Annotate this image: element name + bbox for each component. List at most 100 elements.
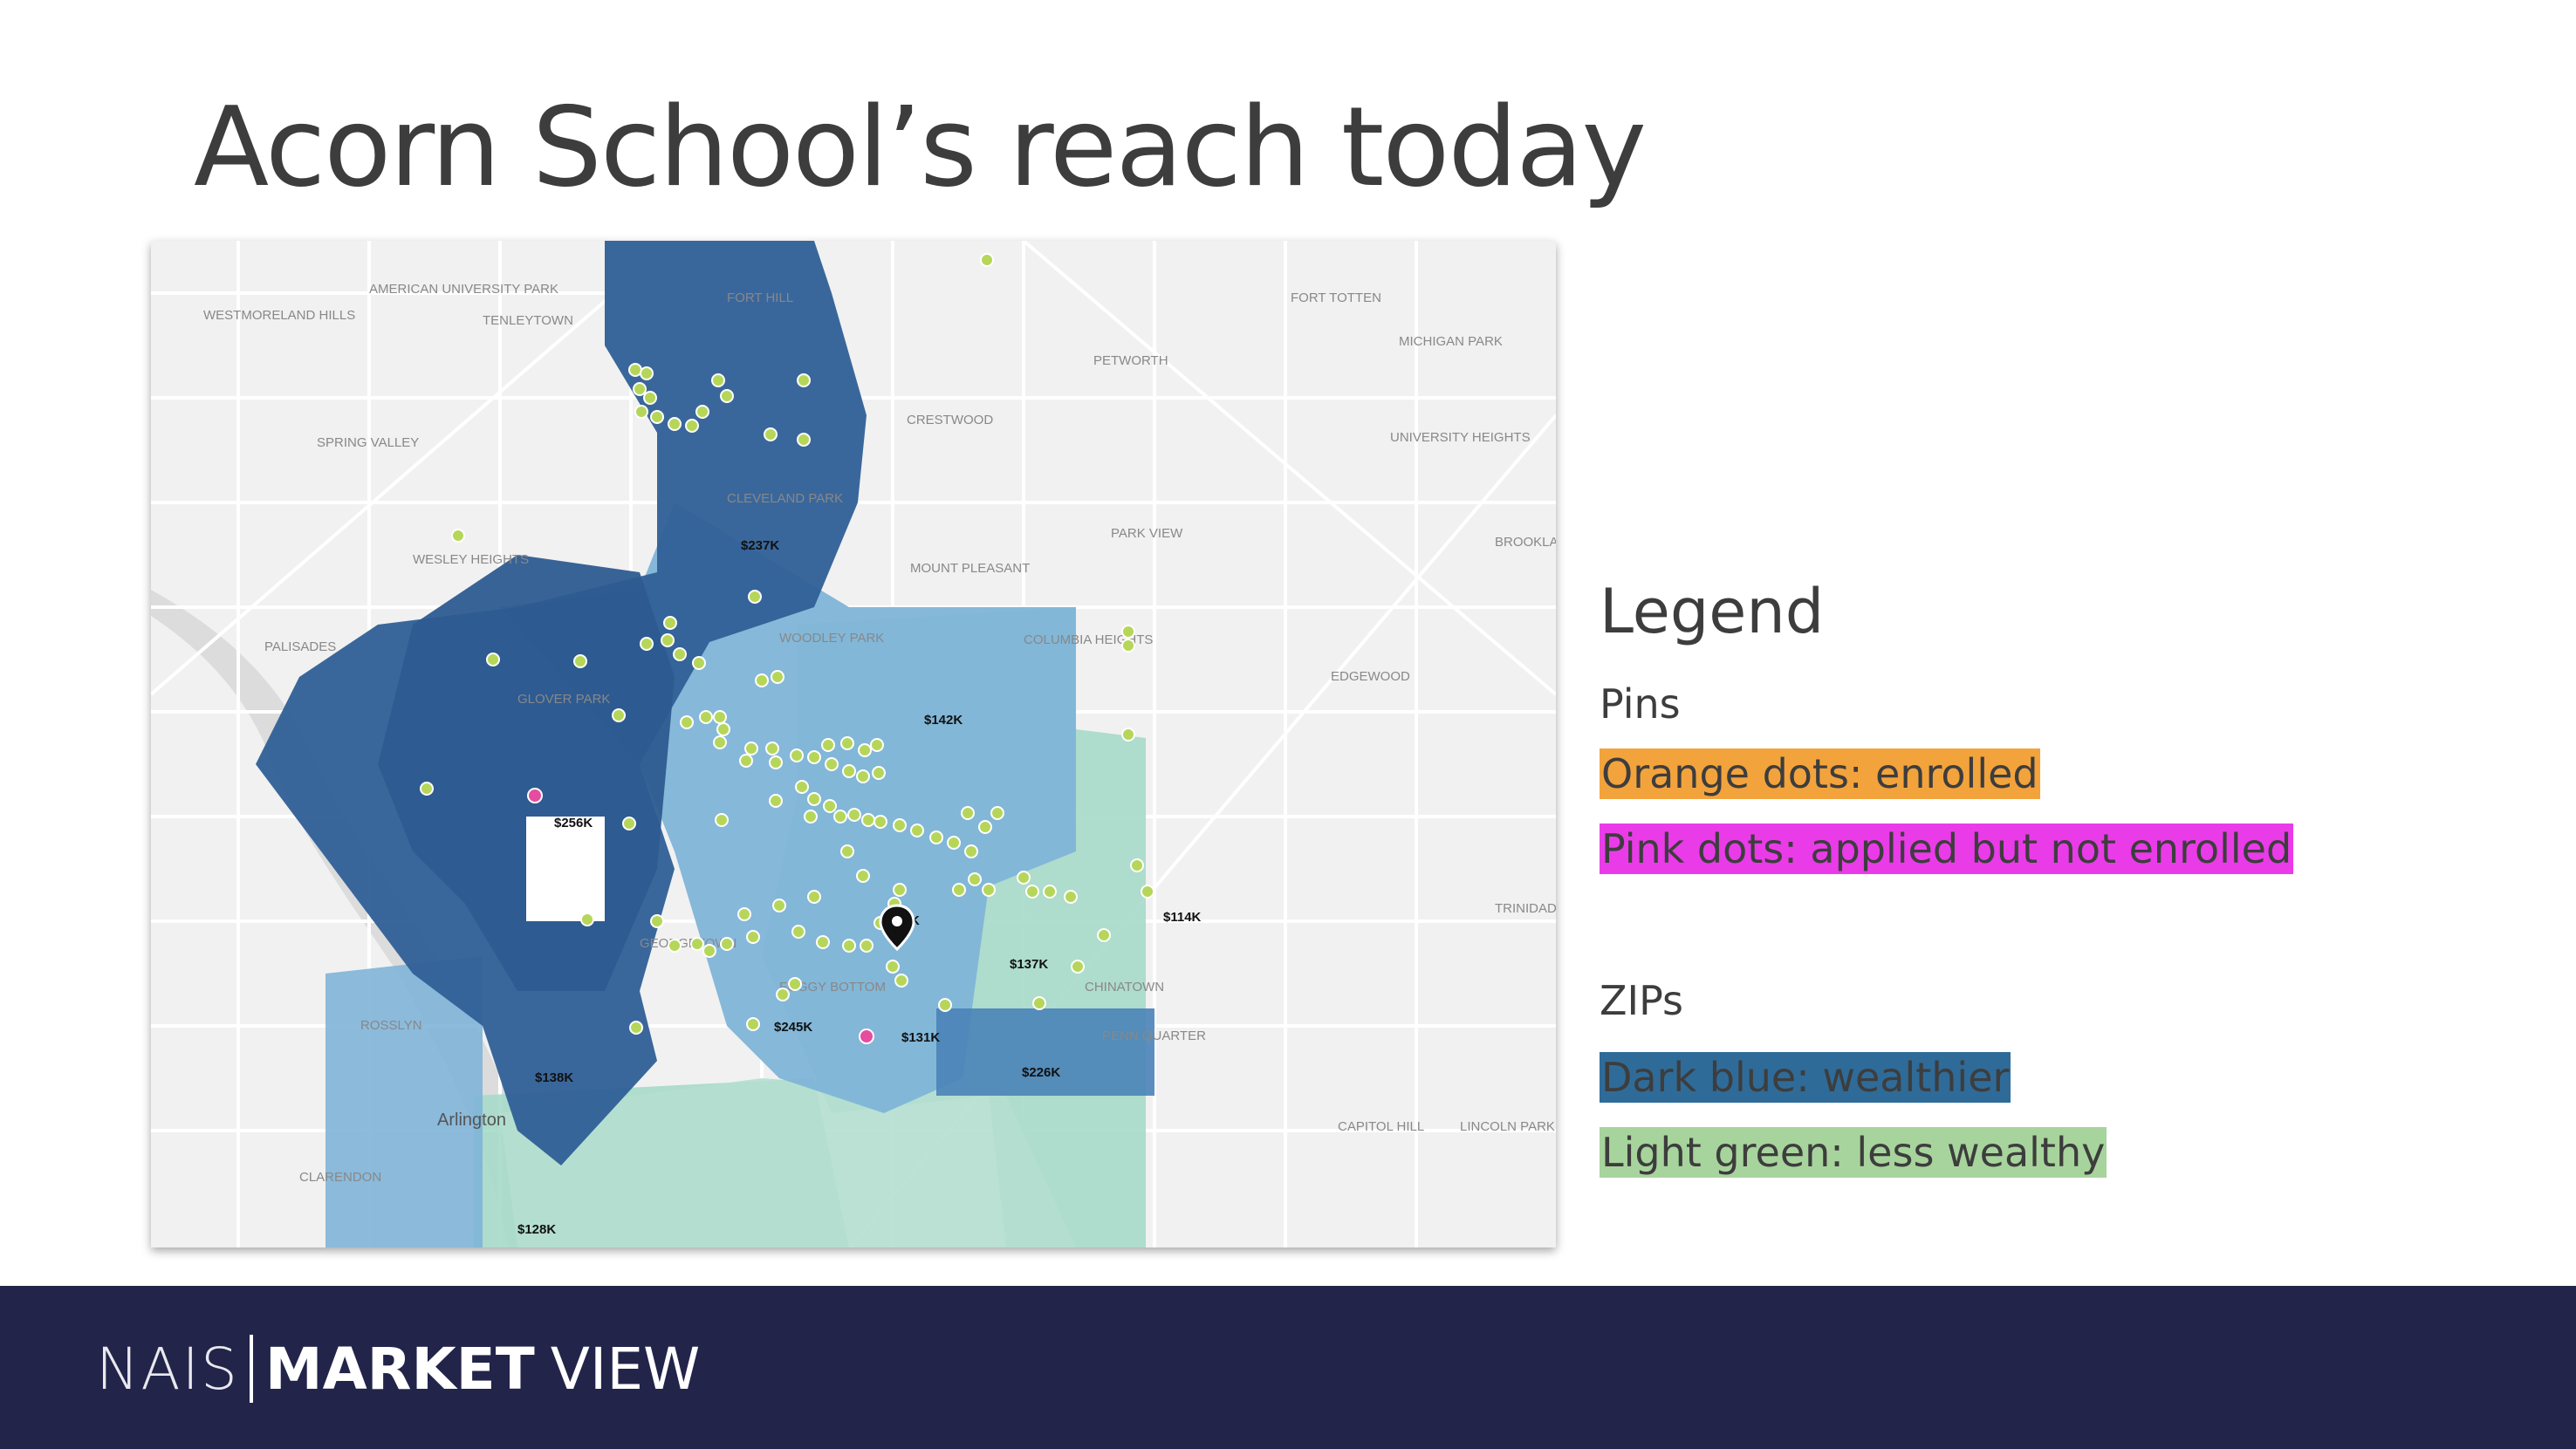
enrolled-dot[interactable] (622, 817, 636, 830)
enrolled-dot[interactable] (737, 907, 751, 921)
enrolled-dot[interactable] (699, 710, 713, 724)
enrolled-dot[interactable] (486, 653, 500, 666)
enrolled-dot[interactable] (847, 808, 861, 822)
enrolled-dot[interactable] (1121, 625, 1135, 639)
enrolled-dot[interactable] (1121, 639, 1135, 653)
enrolled-dot[interactable] (894, 974, 908, 988)
enrolled-dot[interactable] (790, 748, 804, 762)
enrolled-dot[interactable] (685, 419, 699, 433)
enrolled-dot[interactable] (982, 883, 996, 897)
enrolled-dot[interactable] (961, 806, 975, 820)
enrolled-dot[interactable] (807, 750, 821, 764)
enrolled-dot[interactable] (769, 794, 783, 808)
map-canvas[interactable]: Arlington CLEVELAND PARK MOUNT PLEASANT … (151, 241, 1556, 1247)
enrolled-dot[interactable] (713, 710, 727, 724)
enrolled-dot[interactable] (692, 656, 706, 670)
enrolled-dot[interactable] (860, 939, 874, 953)
enrolled-dot[interactable] (765, 742, 779, 755)
enrolled-dot[interactable] (690, 937, 704, 951)
enrolled-dot[interactable] (661, 633, 675, 647)
enrolled-dot[interactable] (795, 780, 809, 794)
enrolled-dot[interactable] (797, 433, 811, 447)
enrolled-dot[interactable] (788, 977, 802, 991)
enrolled-dot[interactable] (1097, 928, 1111, 942)
enrolled-dot[interactable] (821, 738, 835, 752)
enrolled-dot[interactable] (746, 930, 760, 944)
enrolled-dot[interactable] (886, 960, 900, 974)
enrolled-dot[interactable] (650, 914, 664, 928)
enrolled-dot[interactable] (668, 417, 682, 431)
enrolled-dot[interactable] (968, 872, 982, 886)
enrolled-dot[interactable] (797, 373, 811, 387)
enrolled-dot[interactable] (910, 824, 924, 837)
enrolled-dot[interactable] (861, 813, 875, 827)
enrolled-dot[interactable] (1121, 728, 1135, 742)
enrolled-dot[interactable] (764, 427, 778, 441)
enrolled-dot[interactable] (1071, 960, 1085, 974)
enrolled-dot[interactable] (990, 806, 1004, 820)
enrolled-dot[interactable] (716, 722, 730, 736)
enrolled-dot[interactable] (807, 792, 821, 806)
enrolled-dot[interactable] (840, 844, 854, 858)
enrolled-dot[interactable] (807, 890, 821, 904)
enrolled-dot[interactable] (874, 815, 887, 829)
enrolled-dot[interactable] (695, 405, 709, 419)
enrolled-dot[interactable] (856, 869, 870, 883)
enrolled-dot[interactable] (1032, 996, 1046, 1010)
enrolled-dot[interactable] (628, 363, 642, 377)
applied-dot[interactable] (859, 1029, 874, 1044)
enrolled-dot[interactable] (715, 813, 729, 827)
enrolled-dot[interactable] (804, 810, 818, 824)
applied-dot[interactable] (527, 788, 543, 803)
enrolled-dot[interactable] (702, 944, 716, 958)
enrolled-dot[interactable] (1017, 871, 1031, 885)
enrolled-dot[interactable] (1064, 890, 1078, 904)
enrolled-dot[interactable] (938, 998, 952, 1012)
enrolled-dot[interactable] (668, 939, 682, 953)
enrolled-dot[interactable] (420, 782, 434, 796)
enrolled-dot[interactable] (720, 389, 734, 403)
enrolled-dot[interactable] (573, 654, 587, 668)
enrolled-dot[interactable] (650, 410, 664, 424)
enrolled-dot[interactable] (872, 766, 886, 780)
enrolled-dot[interactable] (769, 755, 783, 769)
enrolled-dot[interactable] (856, 769, 870, 783)
enrolled-dot[interactable] (680, 715, 694, 729)
enrolled-dot[interactable] (744, 742, 758, 755)
enrolled-dot[interactable] (929, 830, 943, 844)
enrolled-dot[interactable] (451, 529, 465, 543)
enrolled-dot[interactable] (634, 405, 648, 419)
enrolled-dot[interactable] (964, 844, 978, 858)
enrolled-dot[interactable] (640, 637, 654, 651)
enrolled-dot[interactable] (720, 937, 734, 951)
enrolled-dot[interactable] (739, 754, 753, 768)
enrolled-dot[interactable] (748, 590, 762, 604)
enrolled-dot[interactable] (711, 373, 725, 387)
enrolled-dot[interactable] (842, 939, 856, 953)
enrolled-dot[interactable] (713, 735, 727, 749)
enrolled-dot[interactable] (840, 736, 854, 750)
enrolled-dot[interactable] (858, 743, 872, 757)
enrolled-dot[interactable] (776, 988, 790, 1001)
enrolled-dot[interactable] (823, 799, 837, 813)
enrolled-dot[interactable] (1130, 858, 1144, 872)
enrolled-dot[interactable] (640, 366, 654, 380)
reach-map[interactable]: Arlington CLEVELAND PARK MOUNT PLEASANT … (151, 241, 1556, 1247)
enrolled-dot[interactable] (870, 738, 884, 752)
enrolled-dot[interactable] (825, 757, 839, 771)
enrolled-dot[interactable] (663, 616, 677, 630)
enrolled-dot[interactable] (791, 925, 805, 939)
enrolled-dot[interactable] (833, 810, 847, 824)
enrolled-dot[interactable] (1043, 885, 1057, 899)
enrolled-dot[interactable] (978, 820, 992, 834)
enrolled-dot[interactable] (1141, 885, 1154, 899)
enrolled-dot[interactable] (643, 391, 657, 405)
enrolled-dot[interactable] (842, 764, 856, 778)
enrolled-dot[interactable] (673, 647, 687, 661)
enrolled-dot[interactable] (633, 382, 647, 396)
enrolled-dot[interactable] (629, 1021, 643, 1035)
enrolled-dot[interactable] (580, 912, 594, 926)
enrolled-dot[interactable] (612, 708, 626, 722)
enrolled-dot[interactable] (893, 883, 907, 897)
enrolled-dot[interactable] (746, 1017, 760, 1031)
